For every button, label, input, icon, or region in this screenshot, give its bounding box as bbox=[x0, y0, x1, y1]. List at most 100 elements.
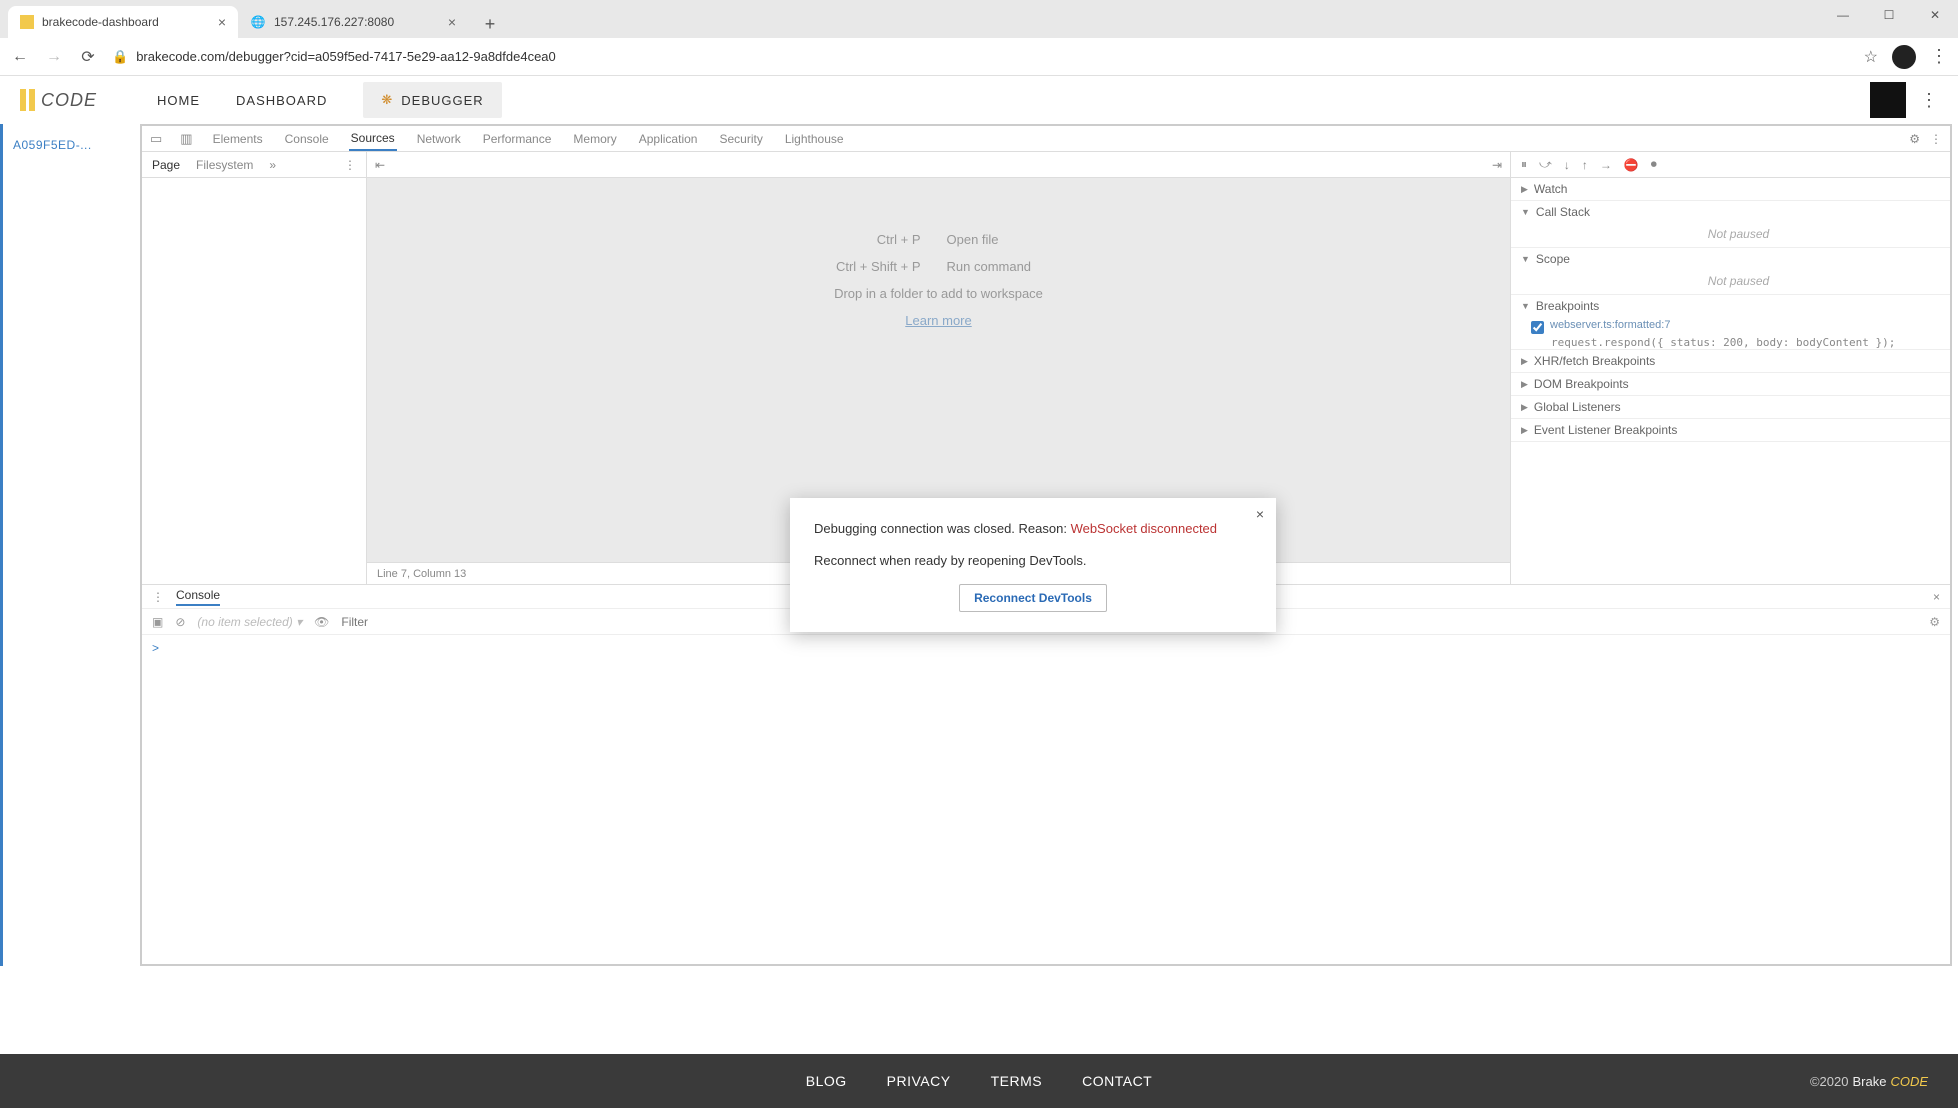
drawer-close-icon[interactable]: × bbox=[1933, 590, 1940, 604]
debugger-toolbar: ⏸ ⤻ ↓ ↑ → ⛔ ⏺ bbox=[1511, 152, 1950, 178]
bookmark-icon[interactable]: ☆ bbox=[1864, 47, 1878, 67]
step-icon[interactable]: → bbox=[1600, 158, 1612, 172]
forward-button[interactable]: → bbox=[44, 48, 64, 66]
drawer-menu-icon[interactable]: ⋮ bbox=[152, 590, 164, 604]
live-expression-icon[interactable]: 👁 bbox=[314, 615, 329, 629]
learn-more-link[interactable]: Learn more bbox=[905, 313, 971, 328]
section-xhr[interactable]: ▶XHR/fetch Breakpoints bbox=[1511, 350, 1950, 372]
app-menu-icon[interactable]: ⋮ bbox=[1920, 90, 1938, 111]
deactivate-breakpoints-icon[interactable]: ⛔ bbox=[1624, 158, 1639, 172]
tab-title: brakecode-dashboard bbox=[42, 15, 210, 29]
tab-lighthouse[interactable]: Lighthouse bbox=[783, 126, 846, 151]
hint-key: Ctrl + Shift + P bbox=[811, 259, 921, 274]
modal-close-icon[interactable]: × bbox=[1256, 506, 1264, 522]
toggle-debugger-icon[interactable]: ⇥ bbox=[1492, 158, 1502, 172]
toggle-navigator-icon[interactable]: ⇤ bbox=[375, 158, 385, 172]
tab-performance[interactable]: Performance bbox=[481, 126, 554, 151]
device-toggle-icon[interactable]: ▥ bbox=[180, 131, 192, 147]
breakpoint-item[interactable]: webserver.ts:formatted:7 bbox=[1511, 317, 1950, 336]
devtools-menu-icon[interactable]: ⋮ bbox=[1930, 132, 1942, 146]
breakpoint-code: request.respond({ status: 200, body: bod… bbox=[1511, 336, 1950, 349]
minimize-button[interactable]: — bbox=[1820, 0, 1866, 30]
clear-console-icon[interactable]: ⊘ bbox=[175, 615, 185, 629]
new-tab-button[interactable]: + bbox=[476, 10, 504, 38]
app-nav: HOME DASHBOARD ❋ DEBUGGER bbox=[157, 82, 502, 118]
section-global[interactable]: ▶Global Listeners bbox=[1511, 396, 1950, 418]
nav-dashboard[interactable]: DASHBOARD bbox=[236, 93, 327, 108]
section-dom[interactable]: ▶DOM Breakpoints bbox=[1511, 373, 1950, 395]
sources-navigator: Page Filesystem » ⋮ bbox=[142, 152, 367, 584]
nav-tab-page[interactable]: Page bbox=[152, 158, 180, 172]
pause-icon[interactable]: ⏸ bbox=[1521, 157, 1527, 172]
inspect-element-icon[interactable]: ▭ bbox=[150, 131, 162, 147]
browser-menu-icon[interactable]: ⋮ bbox=[1930, 46, 1948, 67]
console-sidebar-icon[interactable]: ▣ bbox=[152, 615, 163, 629]
tab-close-icon[interactable]: × bbox=[218, 14, 226, 30]
nav-home[interactable]: HOME bbox=[157, 93, 200, 108]
footer-link-privacy[interactable]: PRIVACY bbox=[887, 1073, 951, 1089]
reconnect-button[interactable]: Reconnect DevTools bbox=[959, 584, 1107, 612]
pause-exceptions-icon[interactable]: ⏺ bbox=[1651, 157, 1657, 172]
section-breakpoints[interactable]: ▼Breakpoints bbox=[1511, 295, 1950, 317]
user-avatar[interactable] bbox=[1870, 82, 1906, 118]
app-header: CODE HOME DASHBOARD ❋ DEBUGGER ⋮ bbox=[0, 76, 1958, 124]
close-window-button[interactable]: ✕ bbox=[1912, 0, 1958, 30]
tab-sources[interactable]: Sources bbox=[349, 126, 397, 151]
browser-chrome: — ☐ ✕ brakecode-dashboard × 🌐 157.245.17… bbox=[0, 0, 1958, 76]
browser-tab-1[interactable]: brakecode-dashboard × bbox=[8, 6, 238, 38]
breakpoint-checkbox[interactable] bbox=[1531, 321, 1544, 334]
tab-elements[interactable]: Elements bbox=[211, 126, 265, 151]
reload-button[interactable]: ⟳ bbox=[78, 47, 98, 67]
console-prompt: > bbox=[152, 641, 159, 655]
tab-title: 157.245.176.227:8080 bbox=[274, 15, 440, 29]
footer-link-terms[interactable]: TERMS bbox=[991, 1073, 1043, 1089]
console-body[interactable]: > bbox=[142, 635, 1950, 964]
url-input[interactable]: 🔒 brakecode.com/debugger?cid=a059f5ed-74… bbox=[112, 49, 1850, 65]
nav-tab-filesystem[interactable]: Filesystem bbox=[196, 158, 253, 172]
tab-network[interactable]: Network bbox=[415, 126, 463, 151]
browser-tab-2[interactable]: 🌐 157.245.176.227:8080 × bbox=[238, 6, 468, 38]
more-tabs-icon[interactable]: » bbox=[269, 158, 276, 172]
footer-copyright: ©2020 BrakeCODE bbox=[1810, 1074, 1928, 1089]
logo-bars-icon bbox=[20, 89, 35, 111]
settings-icon[interactable]: ⚙ bbox=[1909, 132, 1920, 146]
url-text: brakecode.com/debugger?cid=a059f5ed-7417… bbox=[136, 49, 556, 64]
disconnect-modal: × Debugging connection was closed. Reaso… bbox=[790, 498, 1276, 632]
debugger-sidebar: ⏸ ⤻ ↓ ↑ → ⛔ ⏺ ▶Watch ▼Call Stack Not pau… bbox=[1510, 152, 1950, 584]
nav-menu-icon[interactable]: ⋮ bbox=[344, 158, 356, 172]
nav-debugger-button[interactable]: ❋ DEBUGGER bbox=[363, 82, 501, 118]
modal-message-1: Debugging connection was closed. Reason:… bbox=[814, 520, 1252, 538]
hint-key: Ctrl + P bbox=[811, 232, 921, 247]
tab-security[interactable]: Security bbox=[717, 126, 764, 151]
profile-avatar[interactable] bbox=[1892, 45, 1916, 69]
console-settings-icon[interactable]: ⚙ bbox=[1929, 615, 1940, 629]
console-filter-input[interactable] bbox=[341, 615, 541, 629]
tab-console[interactable]: Console bbox=[283, 126, 331, 151]
session-id[interactable]: A059F5ED-... bbox=[13, 138, 130, 152]
section-watch[interactable]: ▶Watch bbox=[1511, 178, 1950, 200]
context-select[interactable]: (no item selected) ▾ bbox=[197, 615, 302, 629]
step-out-icon[interactable]: ↑ bbox=[1582, 158, 1588, 172]
footer-link-blog[interactable]: BLOG bbox=[806, 1073, 847, 1089]
tab-close-icon[interactable]: × bbox=[448, 14, 456, 30]
logo-text: CODE bbox=[41, 90, 97, 111]
section-scope[interactable]: ▼Scope bbox=[1511, 248, 1950, 270]
tab-application[interactable]: Application bbox=[637, 126, 700, 151]
section-callstack[interactable]: ▼Call Stack bbox=[1511, 201, 1950, 223]
logo[interactable]: CODE bbox=[20, 89, 97, 111]
console-drawer: ⋮ Console × ▣ ⊘ (no item selected) ▾ 👁 D… bbox=[142, 584, 1950, 964]
maximize-button[interactable]: ☐ bbox=[1866, 0, 1912, 30]
hint-action: Open file bbox=[947, 232, 1067, 247]
section-event[interactable]: ▶Event Listener Breakpoints bbox=[1511, 419, 1950, 441]
footer-link-contact[interactable]: CONTACT bbox=[1082, 1073, 1152, 1089]
step-over-icon[interactable]: ⤻ bbox=[1539, 157, 1552, 172]
tab-memory[interactable]: Memory bbox=[571, 126, 618, 151]
back-button[interactable]: ← bbox=[10, 48, 30, 66]
callstack-body: Not paused bbox=[1511, 223, 1950, 247]
step-into-icon[interactable]: ↓ bbox=[1564, 158, 1570, 172]
footer: BLOG PRIVACY TERMS CONTACT ©2020 BrakeCO… bbox=[0, 1054, 1958, 1108]
drawer-tab-console[interactable]: Console bbox=[176, 588, 220, 606]
hint-action: Run command bbox=[947, 259, 1067, 274]
breakpoint-label: webserver.ts:formatted:7 bbox=[1550, 319, 1670, 331]
devtools-tabs: ▭ ▥ Elements Console Sources Network Per… bbox=[142, 126, 1950, 152]
